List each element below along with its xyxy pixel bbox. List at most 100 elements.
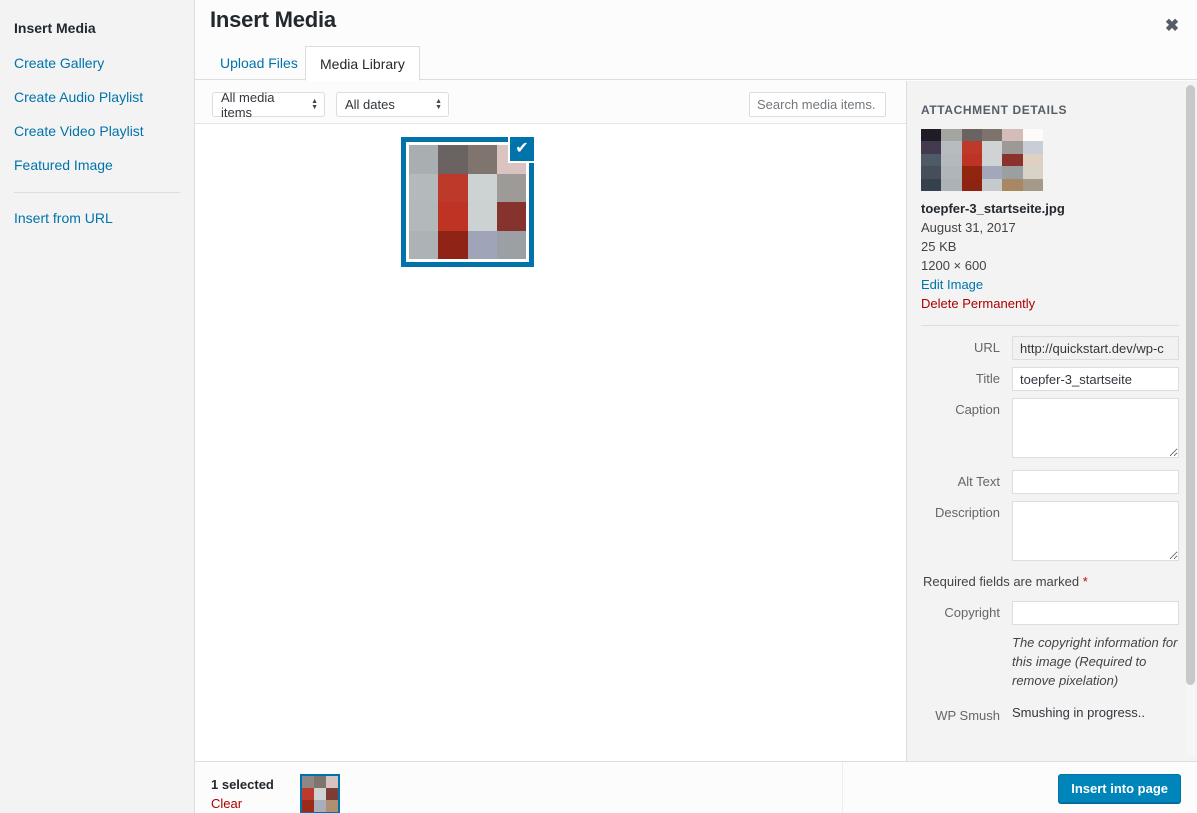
url-field[interactable] [1012, 336, 1179, 360]
selected-count-label: 1 selected [211, 777, 274, 792]
field-row-alt-text: Alt Text [921, 470, 1179, 494]
caption-field[interactable] [1012, 398, 1179, 458]
image-pixel [467, 173, 497, 202]
copyright-label: Copyright [944, 605, 1000, 620]
media-menu-sidebar: Insert Media Create Gallery Create Audio… [0, 0, 195, 813]
image-pixel [1002, 166, 1023, 179]
title-label: Title [975, 371, 1000, 386]
url-label: URL [973, 340, 1000, 355]
image-pixel [496, 202, 526, 231]
close-icon[interactable]: ✖ [1155, 8, 1189, 42]
image-pixel [961, 153, 982, 167]
image-pixel [314, 800, 326, 812]
image-pixel [409, 173, 439, 202]
alt-text-field[interactable] [1012, 470, 1179, 494]
details-divider [921, 325, 1179, 326]
attachment-filesize: 25 KB [921, 239, 957, 254]
sidebar-item-featured-image[interactable]: Featured Image [0, 148, 194, 182]
image-pixel [921, 178, 942, 191]
alt-text-label: Alt Text [957, 474, 1000, 489]
image-pixel [982, 129, 1003, 142]
image-pixel [921, 153, 942, 167]
image-pixel [326, 788, 338, 800]
media-type-filter[interactable]: All media items ▲ ▼ [212, 89, 325, 120]
required-asterisk: * [1082, 574, 1088, 589]
image-pixel [921, 141, 942, 154]
image-pixel [467, 145, 497, 174]
image-pixel [438, 230, 468, 259]
field-row-url: URL [921, 336, 1179, 360]
image-pixel [921, 129, 942, 142]
library-toolbar: All media items ▲ ▼ All dates ▲ ▼ [195, 81, 906, 123]
selection-thumbnail[interactable] [300, 774, 340, 813]
image-pixel [961, 141, 982, 154]
image-pixel [326, 800, 338, 812]
page-title: Insert Media [210, 7, 336, 32]
image-pixel [409, 202, 439, 231]
image-pixel [982, 166, 1003, 179]
image-pixel [1022, 153, 1043, 167]
date-filter[interactable]: All dates ▲ ▼ [336, 92, 449, 117]
modal-tabs: Upload Files Media Library [195, 46, 1197, 81]
description-field[interactable] [1012, 501, 1179, 561]
sidebar-item-create-video-playlist[interactable]: Create Video Playlist [0, 114, 194, 148]
media-type-filter-value: All media items [221, 89, 275, 120]
modal-body: Insert Media ✖ Upload Files Media Librar… [195, 0, 1197, 813]
sidebar-item-create-gallery[interactable]: Create Gallery [0, 46, 194, 80]
attachment-thumbnail-selected[interactable]: ✔ [401, 135, 536, 267]
image-pixel [1022, 178, 1043, 191]
image-pixel [941, 141, 962, 154]
image-pixel [467, 230, 497, 259]
image-pixel [438, 173, 468, 202]
field-row-copyright: Copyright The copyright information for … [921, 601, 1179, 690]
image-pixel [941, 153, 962, 167]
updown-arrows-icon: ▲ ▼ [311, 97, 318, 111]
image-pixel [496, 230, 526, 259]
clear-selection-link[interactable]: Clear [211, 796, 242, 811]
image-pixel [941, 178, 962, 191]
image-pixel [1002, 178, 1023, 191]
image-pixel [1022, 129, 1043, 142]
insert-media-modal: Insert Media Create Gallery Create Audio… [0, 0, 1197, 813]
image-pixel [496, 173, 526, 202]
copyright-field[interactable] [1012, 601, 1179, 625]
image-pixel [982, 153, 1003, 167]
copyright-help-text: The copyright information for this image… [1012, 635, 1178, 688]
selection-summary: 1 selected Clear [195, 762, 843, 813]
field-row-wp-smush: WP Smush Smushing in progress.. [921, 704, 1179, 728]
image-pixel [314, 788, 326, 800]
sidebar-item-create-audio-playlist[interactable]: Create Audio Playlist [0, 80, 194, 114]
image-pixel [326, 776, 338, 788]
modal-footer-toolbar: 1 selected Clear Insert into page [195, 761, 1197, 813]
insert-into-page-button[interactable]: Insert into page [1058, 774, 1181, 803]
title-field[interactable] [1012, 367, 1179, 391]
image-pixel [982, 141, 1003, 154]
image-pixel [1002, 129, 1023, 142]
image-pixel [961, 178, 982, 191]
image-pixel [438, 145, 468, 174]
attachment-dimensions: 1200 × 600 [921, 258, 987, 273]
wp-smush-status: Smushing in progress.. [1012, 705, 1145, 720]
tab-media-library[interactable]: Media Library [305, 46, 420, 81]
tab-upload-files[interactable]: Upload Files [206, 46, 312, 80]
delete-permanently-link[interactable]: Delete Permanently [921, 294, 1179, 313]
details-scrollbar-thumb[interactable] [1186, 85, 1195, 685]
required-fields-note: Required fields are marked * [923, 574, 1179, 589]
description-label: Description [934, 505, 1000, 520]
wp-smush-label: WP Smush [935, 708, 1000, 723]
field-row-caption: Caption [921, 398, 1179, 463]
attachment-details-thumbnail [921, 129, 1043, 191]
required-fields-text: Required fields are marked [923, 574, 1083, 589]
checkmark-icon[interactable]: ✔ [508, 135, 536, 163]
image-pixel [314, 776, 326, 788]
attachment-date: August 31, 2017 [921, 220, 1016, 235]
attachments-grid [195, 123, 906, 761]
details-scrollbar[interactable] [1186, 85, 1195, 755]
search-input[interactable] [749, 92, 886, 117]
edit-image-link[interactable]: Edit Image [921, 275, 1179, 294]
image-pixel [961, 129, 982, 142]
image-pixel [409, 230, 439, 259]
image-pixel [409, 145, 439, 174]
date-filter-value: All dates [345, 97, 395, 112]
sidebar-item-insert-from-url[interactable]: Insert from URL [0, 201, 194, 235]
